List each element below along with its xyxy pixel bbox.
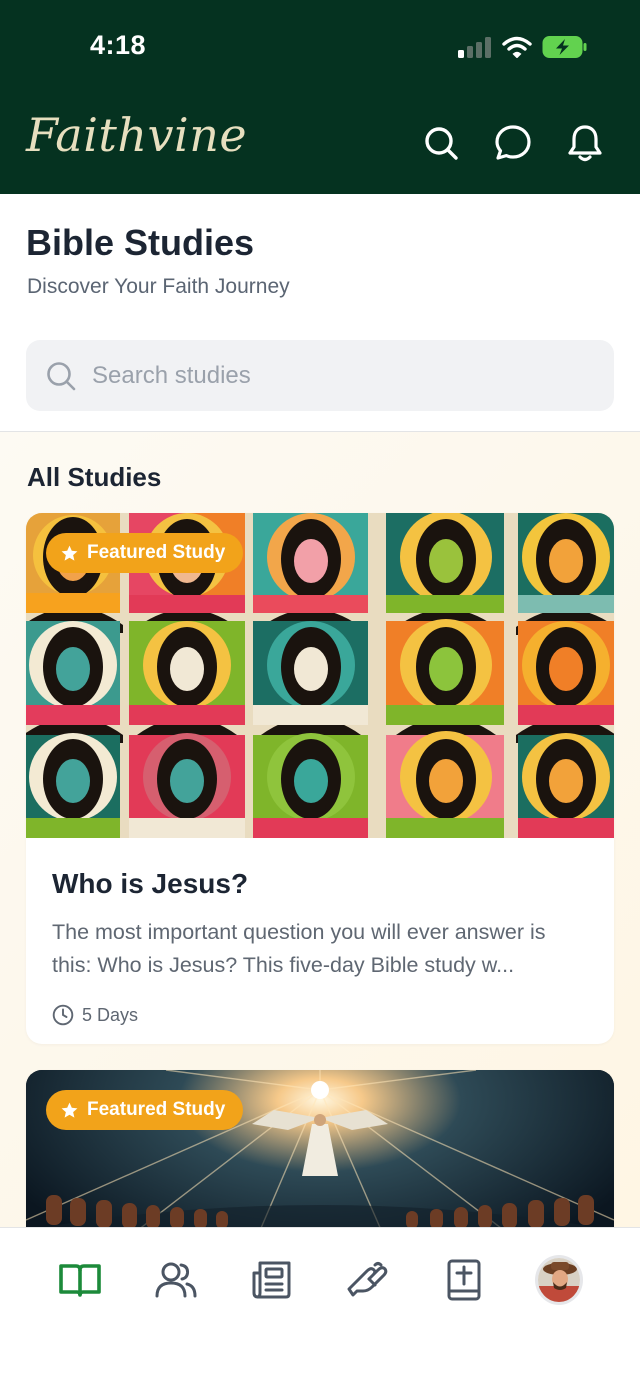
clock-icon <box>52 1004 74 1026</box>
cellular-signal-icon <box>458 37 491 58</box>
nav-bible[interactable] <box>440 1256 488 1304</box>
messages-button[interactable] <box>494 122 532 164</box>
nav-prayer[interactable] <box>344 1256 392 1304</box>
studies-list[interactable]: All Studies Featured Study Who is Jesus?… <box>0 432 640 1227</box>
community-icon <box>155 1262 197 1298</box>
battery-charging-icon <box>542 36 587 58</box>
header-actions <box>422 122 604 164</box>
search-bar[interactable] <box>26 340 614 411</box>
chat-icon <box>495 125 531 160</box>
status-time: 4:18 <box>90 30 147 60</box>
featured-badge-label: Featured Study <box>87 1099 226 1120</box>
app-header: 4:18 Faithvine <box>0 0 640 194</box>
wifi-icon <box>502 36 532 58</box>
card-body: Who is Jesus? The most important questio… <box>26 868 614 1026</box>
study-duration: 5 Days <box>52 1004 588 1026</box>
featured-badge: Featured Study <box>46 1090 244 1130</box>
featured-badge: Featured Study <box>46 533 244 573</box>
page-title: Bible Studies <box>26 222 255 263</box>
bottom-nav <box>0 1227 640 1387</box>
study-card[interactable]: Featured Study Who is Jesus? The most im… <box>26 513 614 1044</box>
nav-community[interactable] <box>152 1256 200 1304</box>
search-button[interactable] <box>422 122 460 164</box>
bottom-nav-row <box>0 1255 640 1306</box>
study-card[interactable]: Featured Study <box>26 1070 614 1227</box>
study-duration-label: 5 Days <box>82 1004 139 1025</box>
prayer-hands-icon <box>347 1262 388 1297</box>
featured-badge-label: Featured Study <box>87 542 226 563</box>
profile-avatar <box>535 1255 583 1305</box>
nav-studies[interactable] <box>56 1256 104 1304</box>
star-icon <box>61 545 78 561</box>
study-image: Featured Study <box>26 513 614 838</box>
status-icons <box>458 34 588 60</box>
notifications-button[interactable] <box>566 122 604 164</box>
bible-icon <box>447 1259 481 1301</box>
app-logo[interactable]: Faithvine <box>26 108 247 162</box>
search-input[interactable] <box>92 361 572 390</box>
profile-photo <box>538 1258 580 1302</box>
study-description: The most important question you will eve… <box>52 920 546 977</box>
section-title: All Studies <box>27 462 162 492</box>
news-icon <box>252 1261 291 1299</box>
bell-icon <box>568 125 602 162</box>
study-title[interactable]: Who is Jesus? <box>52 868 588 900</box>
nav-profile[interactable] <box>535 1255 583 1305</box>
search-icon <box>425 127 458 160</box>
page-subtitle: Discover Your Faith Journey <box>27 275 290 298</box>
nav-news[interactable] <box>248 1256 296 1304</box>
search-icon <box>47 361 76 390</box>
star-icon <box>61 1102 78 1118</box>
book-icon <box>59 1264 101 1297</box>
